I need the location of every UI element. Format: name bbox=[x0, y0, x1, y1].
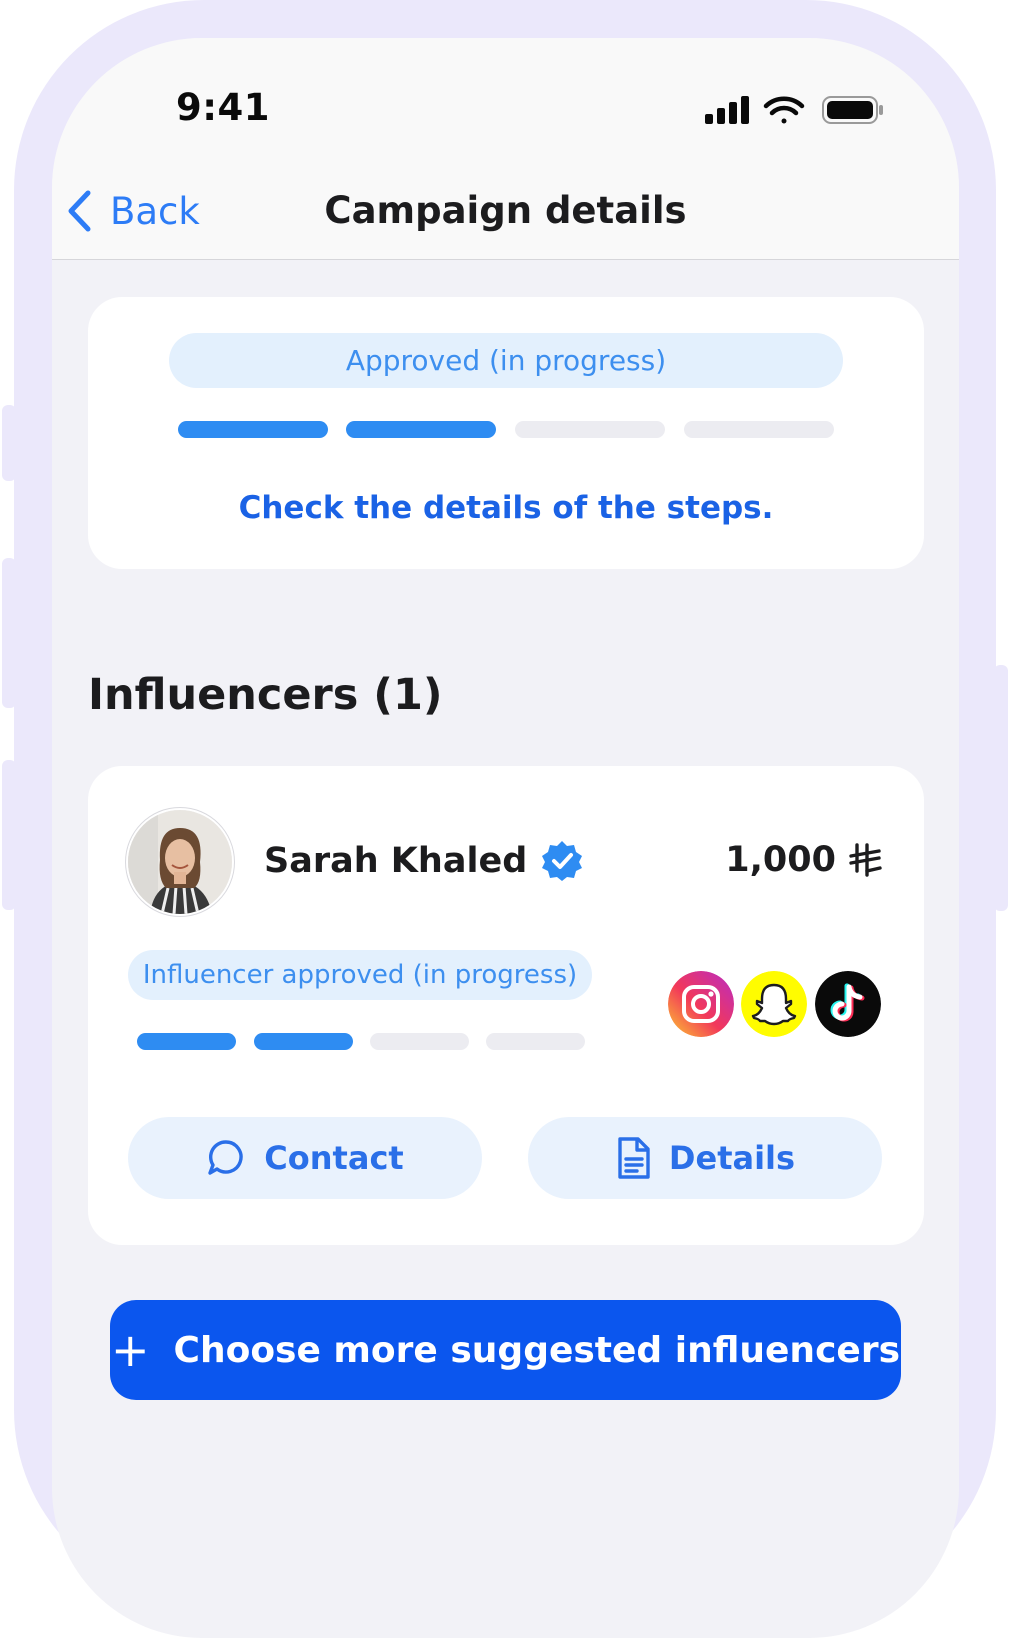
battery-icon bbox=[822, 96, 883, 124]
chat-bubble-icon bbox=[208, 1140, 243, 1175]
details-label: Details bbox=[668, 1139, 796, 1177]
progress-step bbox=[346, 421, 496, 438]
status-icons bbox=[704, 94, 884, 124]
progress-step bbox=[137, 1033, 236, 1050]
progress-step bbox=[486, 1033, 585, 1050]
tiktok-icon[interactable] bbox=[815, 971, 881, 1037]
instagram-icon[interactable] bbox=[668, 971, 734, 1037]
contact-label: Contact bbox=[264, 1139, 404, 1177]
details-button[interactable]: Details bbox=[528, 1117, 882, 1199]
progress-step bbox=[178, 421, 328, 438]
check-steps-link[interactable]: Check the details of the steps. bbox=[88, 490, 924, 526]
cellular-signal-icon bbox=[705, 96, 749, 124]
contact-button[interactable]: Contact bbox=[128, 1117, 482, 1199]
status-time: 9:41 bbox=[176, 86, 271, 129]
snapchat-icon[interactable] bbox=[741, 971, 807, 1037]
saudi-riyal-icon bbox=[849, 843, 882, 877]
cta-label: Choose more suggested influencers bbox=[173, 1329, 900, 1371]
wifi-icon bbox=[763, 96, 805, 124]
progress-step bbox=[515, 421, 665, 438]
influencer-price: 1,000 bbox=[725, 840, 884, 880]
progress-step bbox=[370, 1033, 469, 1050]
page-title: Campaign details bbox=[324, 189, 687, 232]
influencer-name: Sarah Khaled bbox=[264, 841, 528, 881]
influencer-name-row: Sarah Khaled bbox=[264, 840, 583, 882]
verified-badge-icon bbox=[542, 841, 583, 881]
progress-step bbox=[254, 1033, 353, 1050]
progress-step bbox=[684, 421, 834, 438]
phone-side-button bbox=[2, 760, 16, 910]
avatar bbox=[128, 810, 232, 914]
plus-icon: + bbox=[110, 1323, 150, 1377]
influencers-heading: Influencers (1) bbox=[88, 670, 443, 720]
phone-side-button bbox=[2, 405, 16, 481]
influencer-status-badge: Influencer approved (in progress) bbox=[128, 950, 592, 1000]
document-icon bbox=[618, 1137, 650, 1179]
price-value: 1,000 bbox=[725, 840, 836, 880]
campaign-status-badge: Approved (in progress) bbox=[169, 333, 843, 388]
choose-more-influencers-button[interactable]: + Choose more suggested influencers bbox=[110, 1300, 901, 1400]
campaign-status-card: Approved (in progress) Check the details… bbox=[88, 297, 924, 569]
influencer-card: Sarah Khaled 1,000 Influencer approved (… bbox=[88, 766, 924, 1245]
phone-side-button bbox=[994, 665, 1008, 911]
phone-screen: 9:41 Back Campaign details Approved (in … bbox=[52, 38, 959, 1638]
phone-side-button bbox=[2, 558, 16, 708]
top-bar: 9:41 Back Campaign details bbox=[52, 38, 959, 260]
